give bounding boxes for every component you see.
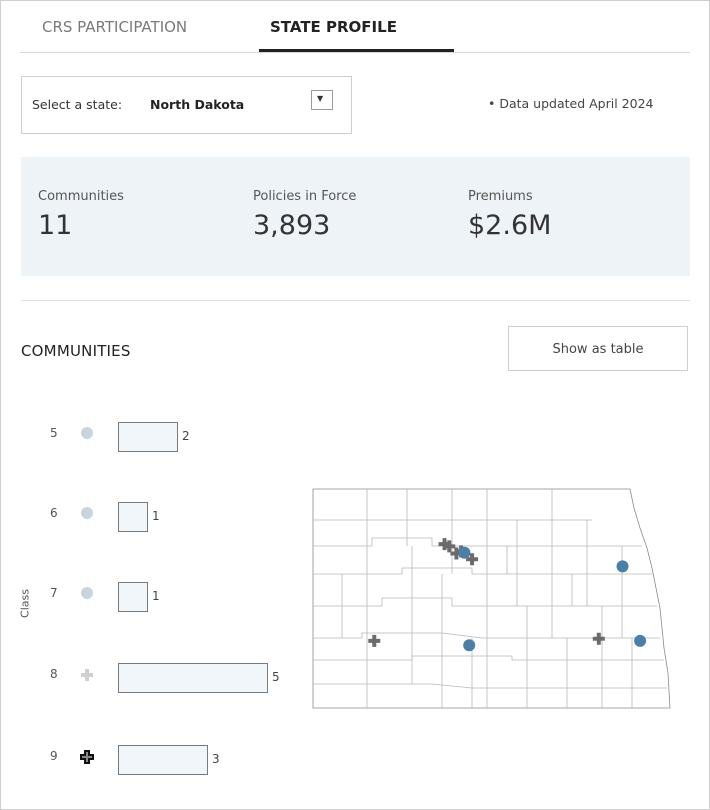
class-label: 5 <box>50 426 58 440</box>
class-label: 9 <box>50 749 58 763</box>
community-dot[interactable] <box>616 560 629 573</box>
section-divider <box>21 300 690 301</box>
data-updated-note: • Data updated April 2024 <box>488 96 654 111</box>
stat-premiums-value: $2.6M <box>468 210 552 241</box>
class-label: 7 <box>50 586 58 600</box>
dropdown-button[interactable]: ▼ <box>311 90 333 110</box>
class-label: 8 <box>50 667 58 681</box>
class-bar[interactable] <box>118 422 178 452</box>
class-count: 5 <box>272 670 280 684</box>
community-dot[interactable] <box>634 634 647 647</box>
class-bar[interactable] <box>118 582 148 612</box>
class-label: 6 <box>50 506 58 520</box>
state-selector[interactable]: Select a state: North Dakota ▼ <box>21 76 352 134</box>
stat-premiums-label: Premiums <box>468 189 533 204</box>
tab-bar: CRS PARTICIPATION STATE PROFILE <box>20 0 690 53</box>
class-row: 85 <box>0 663 320 693</box>
stat-policies: Policies in Force 3,893 <box>253 189 356 241</box>
summary-stats: Communities 11 Policies in Force 3,893 P… <box>21 157 690 276</box>
stat-policies-value: 3,893 <box>253 210 331 241</box>
class-bar[interactable] <box>118 663 268 693</box>
class-row: 52 <box>0 422 320 452</box>
communities-heading: COMMUNITIES <box>21 342 131 360</box>
stat-communities: Communities 11 <box>38 189 124 241</box>
state-selector-label: Select a state: <box>32 97 123 112</box>
active-tab-indicator <box>259 49 454 52</box>
community-dot[interactable] <box>463 639 476 652</box>
plus-icon <box>80 667 94 681</box>
stat-policies-label: Policies in Force <box>253 189 357 204</box>
dot-icon <box>80 506 94 520</box>
stat-communities-label: Communities <box>38 189 124 204</box>
class-count: 1 <box>152 509 160 523</box>
class-row: 71 <box>0 582 320 612</box>
stat-communities-value: 11 <box>38 210 73 241</box>
updated-text: Data updated April 2024 <box>499 96 654 111</box>
show-as-table-button[interactable]: Show as table <box>508 326 688 371</box>
stat-premiums: Premiums $2.6M <box>468 189 551 241</box>
north-dakota-map <box>312 488 671 709</box>
community-plus-marker[interactable] <box>592 632 605 645</box>
class-count: 2 <box>182 429 190 443</box>
bullet-icon: • <box>488 96 500 111</box>
class-count: 1 <box>152 589 160 603</box>
community-plus-marker[interactable] <box>368 634 381 647</box>
class-row: 93 <box>0 745 320 775</box>
dot-icon <box>80 426 94 440</box>
class-count: 3 <box>212 752 220 766</box>
state-selector-value[interactable]: North Dakota <box>150 97 244 112</box>
class-bar[interactable] <box>118 502 148 532</box>
bold-plus-icon <box>80 749 94 764</box>
tab-state-profile[interactable]: STATE PROFILE <box>270 18 397 36</box>
county-boundaries <box>312 488 671 709</box>
dot-icon <box>80 586 94 600</box>
tab-crs-participation[interactable]: CRS PARTICIPATION <box>42 18 187 36</box>
community-dot[interactable] <box>458 546 471 559</box>
class-row: 61 <box>0 502 320 532</box>
chevron-down-icon: ▼ <box>317 94 324 103</box>
class-bar[interactable] <box>118 745 208 775</box>
